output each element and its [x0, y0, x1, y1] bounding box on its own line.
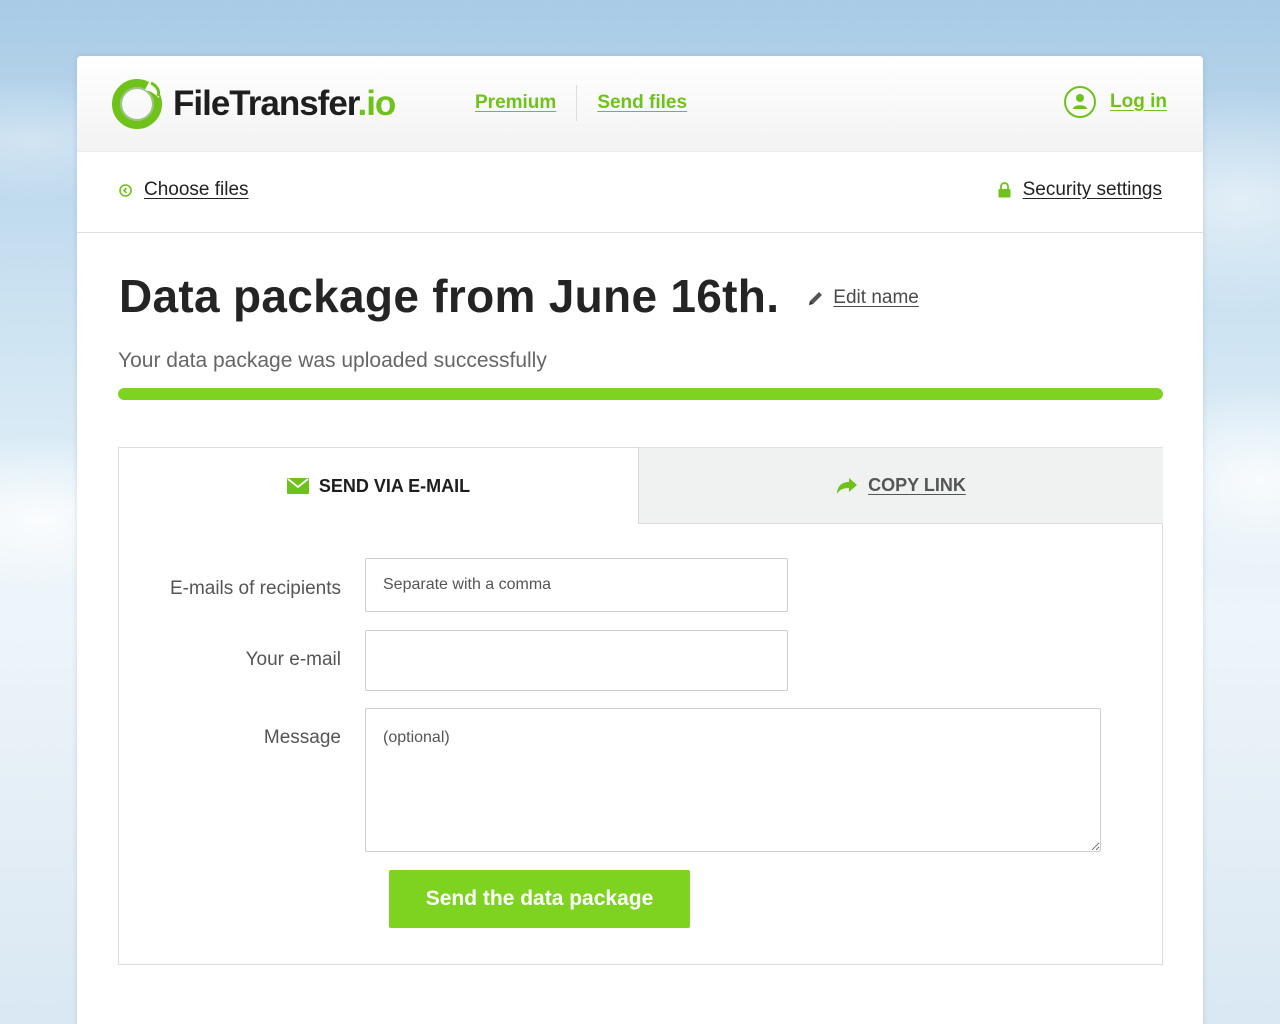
user-circle-icon[interactable]	[1063, 85, 1097, 119]
share-arrow-icon	[837, 477, 858, 494]
pencil-icon	[809, 291, 823, 305]
upload-progress-fill	[118, 388, 1163, 400]
security-settings-link[interactable]: Security settings	[1023, 179, 1162, 201]
message-row: Message	[119, 708, 1101, 852]
message-label: Message	[263, 727, 341, 748]
site-header: FileTransfer.io Premium Send files Log i…	[77, 56, 1203, 152]
nav-divider	[576, 85, 578, 121]
recipients-label: E-mails of recipients	[169, 578, 341, 599]
main-card: FileTransfer.io Premium Send files Log i…	[77, 56, 1203, 1024]
page-title: Data package from June 16th.	[119, 270, 780, 322]
tab-email-label: SEND VIA E-MAIL	[318, 475, 471, 496]
tab-send-via-email[interactable]: SEND VIA E-MAIL	[118, 447, 639, 524]
choose-files-link[interactable]: Choose files	[144, 179, 249, 201]
title-row: Data package from June 16th. Edit name	[119, 269, 919, 323]
logo-name-main: FileTransfer	[173, 84, 358, 123]
lock-icon	[998, 182, 1011, 198]
your-email-row: Your e-mail	[119, 630, 788, 691]
share-panel: SEND VIA E-MAIL COPY LINK E-mails of rec…	[118, 447, 1163, 965]
recipients-input[interactable]	[365, 558, 788, 612]
site-logo[interactable]: FileTransfer.io	[111, 78, 396, 130]
main-nav: Premium Send files	[475, 85, 687, 121]
edit-name-action[interactable]: Edit name	[807, 287, 919, 309]
your-email-input[interactable]	[365, 630, 788, 691]
envelope-icon	[286, 478, 309, 494]
sub-toolbar: Choose files Security settings	[77, 152, 1203, 233]
logo-name-suffix: .io	[357, 84, 396, 123]
edit-name-link[interactable]: Edit name	[833, 287, 919, 309]
nav-send-files-link[interactable]: Send files	[597, 92, 687, 114]
tab-copy-link[interactable]: COPY LINK	[639, 447, 1163, 524]
logo-ring-icon	[112, 79, 162, 129]
your-email-label: Your e-mail	[245, 649, 341, 670]
send-package-button[interactable]: Send the data package	[389, 870, 690, 928]
login-area: Log in	[1063, 85, 1167, 119]
tab-link-label: COPY LINK	[868, 475, 966, 495]
choose-files-action[interactable]: Choose files	[119, 179, 249, 201]
login-link[interactable]: Log in	[1110, 91, 1167, 113]
security-settings-action[interactable]: Security settings	[998, 179, 1162, 201]
share-tabs: SEND VIA E-MAIL COPY LINK	[118, 447, 1163, 524]
nav-premium-link[interactable]: Premium	[475, 92, 556, 114]
arrow-left-circle-icon	[119, 183, 132, 197]
upload-status-text: Your data package was uploaded successfu…	[118, 349, 547, 372]
message-textarea[interactable]	[365, 708, 1101, 852]
upload-progress-bar	[118, 388, 1163, 400]
recipients-row: E-mails of recipients	[119, 558, 788, 616]
logo-text: FileTransfer.io	[173, 84, 396, 124]
